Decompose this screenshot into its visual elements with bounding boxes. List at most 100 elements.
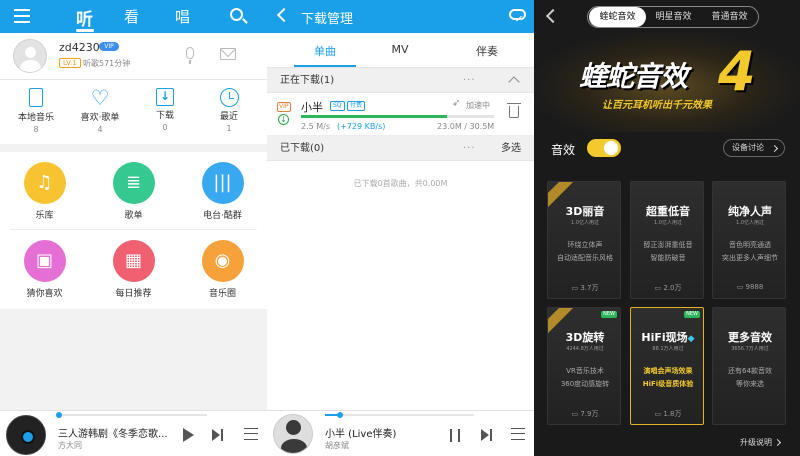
hifi-live-card[interactable]: NEW HiFi现场 ◆ 88.1万人用过演唱会声场效果 HiFi级音质体验 1.8万 (630, 307, 704, 425)
card-description: 智能防破音 (650, 254, 686, 262)
download-top-bar: 下载管理 (267, 0, 534, 33)
next-icon[interactable] (481, 429, 493, 441)
progress-bar[interactable] (325, 412, 474, 418)
card-comment-count: 2.0万 (631, 283, 703, 293)
mail-icon[interactable] (220, 48, 236, 60)
microphone-icon[interactable] (186, 47, 194, 64)
recent-button[interactable]: 最近 1 (199, 80, 259, 133)
library-button[interactable]: ♫ 乐库 (0, 152, 89, 221)
progress-handle[interactable] (56, 412, 62, 418)
local-music-button[interactable]: 本地音乐 8 (6, 80, 66, 134)
card-description: 等你来选 (736, 380, 764, 388)
card-title: HiFi现场 ◆ (641, 331, 695, 344)
radio-icon: ▣ (23, 240, 66, 282)
3d-rotate-card[interactable]: NEW 3D旋转 4244.8万人用过 VR音乐技术 360度动感旋转 7.9万 (547, 307, 621, 425)
phone-icon (29, 88, 43, 107)
diamond-icon: ◆ (687, 334, 695, 344)
music-circle-button[interactable]: ◉ 音乐圈 (178, 230, 267, 299)
page-title: 下载管理 (301, 12, 354, 27)
trash-icon[interactable] (507, 103, 521, 118)
tab-mv[interactable]: MV (370, 43, 430, 56)
back-icon[interactable] (545, 8, 561, 24)
download-tabs: 单曲 MV 伴奏 (267, 33, 534, 68)
artist-avatar[interactable] (273, 414, 313, 454)
card-description: 环绕立体声 (567, 241, 603, 249)
tab-viper-effects[interactable]: 蝰蛇音效 (589, 7, 646, 27)
tab-listen[interactable]: 听 (76, 5, 93, 30)
radio-button[interactable]: ||| 电台·酷群 (178, 152, 267, 221)
effects-label: 音效 (551, 143, 576, 157)
card-description: HiFi级音质体验 (642, 380, 694, 388)
progress-handle[interactable] (336, 412, 343, 418)
play-icon[interactable] (183, 428, 194, 442)
downloaded-section-header[interactable]: 已下载(0) ··· 多选 (267, 136, 534, 161)
tab-normal-effects[interactable]: 普通音效 (701, 7, 758, 27)
cloud-download-icon[interactable] (509, 9, 526, 20)
collapse-icon[interactable] (508, 76, 520, 88)
tab-watch[interactable]: 看 (124, 6, 139, 27)
super-bass-card[interactable]: 超重低音 1.0亿人用过醇正澎湃重低音智能防破音 2.0万 (630, 181, 704, 299)
card-description: 360度动感旋转 (560, 380, 610, 388)
search-icon[interactable] (230, 8, 243, 21)
more-icon[interactable]: ··· (463, 136, 476, 161)
progress-bar[interactable] (56, 412, 207, 418)
playlist-icon: ≣ (112, 162, 155, 204)
tab-accompaniment[interactable]: 伴奏 (457, 43, 517, 59)
next-icon[interactable] (212, 429, 224, 441)
album-disc[interactable] (6, 415, 46, 455)
favorites-button[interactable]: ♡ 喜欢·歌单 4 (70, 80, 130, 135)
avatar[interactable] (13, 39, 47, 73)
more-icon[interactable]: ··· (463, 68, 476, 93)
clock-icon (219, 88, 239, 107)
sq-tag: SQ (330, 101, 345, 111)
3d-surround-card[interactable]: 3D丽音 1.0亿人用过环绕立体声自动适配音乐风格 3.7万 (547, 181, 621, 299)
paid-tag: 付费 (347, 101, 366, 111)
feature-grid: ♫ 乐库 ≣ 歌单 ||| 电台·酷群 ▣ 猜你喜欢 ▦ 每日推荐 ◉ 音乐圈 (0, 152, 267, 309)
user-card[interactable]: zd4230 VIP LV.1 听歌571分钟 (0, 33, 267, 80)
downloading-section-header[interactable]: 正在下载(1) ··· (267, 68, 534, 93)
playlist-queue-icon[interactable] (511, 428, 525, 440)
new-badge: NEW (684, 311, 700, 318)
download-speed: 2.5 M/s (301, 122, 331, 131)
vip-badge: VIP (99, 42, 119, 51)
download-progress-bar (301, 115, 494, 118)
accelerating-label: 加速中 (466, 101, 490, 110)
card-comment-count: 3.7万 (548, 283, 620, 293)
heart-icon: ♡ (90, 86, 110, 110)
pause-icon[interactable] (450, 429, 460, 442)
rocket-icon: ➶ (452, 98, 461, 109)
section-title: 已下载(0) (280, 143, 325, 154)
playlist-button[interactable]: ≣ 歌单 (89, 152, 178, 221)
grid-label: 每日推荐 (115, 289, 152, 299)
card-users: 1.0亿人用过 (654, 220, 682, 226)
back-icon[interactable] (276, 7, 292, 23)
upgrade-info-link[interactable]: 升级说明 (740, 437, 772, 448)
pure-vocal-card[interactable]: 纯净人声 1.0亿人用过音色明亮通透突出更多人声细节 9888 (712, 181, 786, 299)
card-users: 4244.8万人用过 (566, 346, 604, 352)
quick-label: 喜欢·歌单 (80, 113, 120, 123)
card-comment-count: 9888 (713, 283, 785, 291)
multi-select-button[interactable]: 多选 (501, 136, 521, 161)
download-size: 23.0M / 30.5M (437, 122, 495, 131)
tab-songs[interactable]: 单曲 (295, 43, 355, 59)
download-button[interactable]: ↓ 下载 0 (135, 80, 195, 132)
device-discussion-button[interactable]: 设备讨论 (723, 139, 785, 157)
more-effects-card[interactable]: 更多音效 3656.7万人用过 还有64款音效 等你来选 (712, 307, 786, 425)
mini-player[interactable]: 小半 (Live伴奏) 胡彦斌 (267, 410, 534, 456)
guess-you-like-button[interactable]: ▣ 猜你喜欢 (0, 230, 89, 299)
menu-icon[interactable] (14, 9, 30, 23)
mini-player[interactable]: 三人游韩剧《冬季恋歌... 方大同 (0, 410, 267, 456)
effects-toggle[interactable] (587, 139, 621, 157)
daily-recommend-button[interactable]: ▦ 每日推荐 (89, 230, 178, 299)
tab-star-effects[interactable]: 明星音效 (645, 7, 702, 27)
song-name: 小半 (301, 101, 323, 114)
download-item[interactable]: VIP ↓ 小半 SQ 付费 ➶ 加速中 2.5 M/s (+729 KB/s)… (267, 93, 534, 136)
tab-sing[interactable]: 唱 (175, 6, 190, 27)
grid-label: 电台·酷群 (203, 211, 242, 221)
level-badge: LV.1 (59, 58, 81, 68)
song-artist: 方大同 (58, 441, 82, 450)
home-top-bar: 听 看 唱 (0, 0, 267, 33)
download-status-icon[interactable]: ↓ (278, 114, 289, 125)
effect-type-switch: 蝰蛇音效 明星音效 普通音效 (587, 6, 759, 28)
playlist-queue-icon[interactable] (244, 428, 258, 440)
